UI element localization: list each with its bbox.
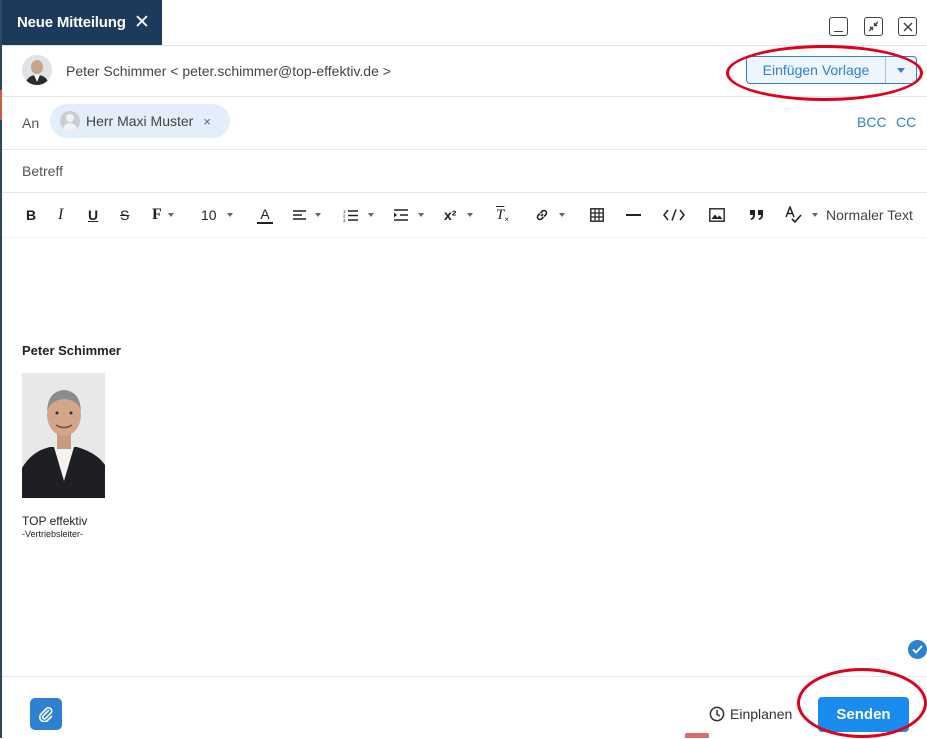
title-bar: Neue Mitteilung ✕ — [2, 0, 927, 46]
formatting-toolbar: B I U S F 10 A 1 2 3 x² T × Normaler Tex… — [2, 193, 927, 237]
recipient-chip[interactable]: Herr Maxi Muster × — [50, 104, 230, 138]
clock-icon — [709, 706, 725, 722]
superscript-icon: x² — [444, 207, 457, 223]
svg-text:3: 3 — [343, 218, 346, 222]
chevron-down-icon — [812, 213, 818, 217]
signature-company: TOP effektiv — [22, 514, 88, 528]
table-button[interactable] — [590, 205, 604, 225]
to-label: An — [22, 115, 40, 131]
paperclip-icon — [38, 707, 53, 722]
shrink-icon[interactable] — [864, 17, 883, 36]
horizontal-rule-icon — [626, 214, 641, 216]
bold-button[interactable]: B — [26, 205, 36, 225]
insert-template-button[interactable]: Einfügen Vorlage — [747, 57, 886, 83]
minimize-icon[interactable] — [829, 17, 848, 36]
horizontal-rule-button[interactable] — [626, 205, 641, 225]
cc-link[interactable]: CC — [896, 114, 916, 130]
template-dropdown-toggle[interactable] — [886, 57, 916, 83]
chevron-down-icon — [226, 213, 233, 217]
shrink-arrows-icon — [868, 21, 879, 32]
clear-format-x: × — [504, 214, 510, 224]
recipient-name: Herr Maxi Muster — [86, 113, 194, 129]
compose-footer: Einplanen Senden — [2, 676, 927, 739]
spellcheck-button[interactable] — [785, 205, 818, 225]
chevron-down-icon — [418, 213, 424, 217]
remove-recipient-icon[interactable]: × — [203, 114, 211, 129]
indent-button[interactable] — [394, 205, 424, 225]
spellcheck-icon — [785, 206, 802, 224]
chevron-down-icon — [559, 213, 565, 217]
strikethrough-button[interactable]: S — [120, 205, 129, 225]
font-size-button[interactable]: 10 — [201, 205, 233, 225]
image-icon — [709, 208, 725, 222]
quote-icon — [750, 210, 763, 220]
recipient-avatar-icon — [60, 111, 80, 131]
window-close-icon[interactable] — [898, 17, 917, 36]
chevron-down-icon — [467, 213, 474, 217]
check-circle-icon[interactable] — [908, 640, 927, 659]
font-color-swatch — [257, 221, 273, 224]
clear-format-icon: T — [496, 206, 505, 223]
numbered-list-button[interactable]: 1 2 3 — [343, 205, 374, 225]
font-size-value: 10 — [201, 207, 217, 223]
font-color-button[interactable]: A — [257, 205, 273, 225]
attach-button[interactable] — [30, 698, 62, 730]
signature-portrait-image — [22, 373, 105, 498]
underline-button[interactable]: U — [88, 205, 98, 225]
schedule-button[interactable]: Einplanen — [709, 706, 792, 722]
indent-icon — [394, 209, 408, 221]
code-button[interactable] — [663, 205, 685, 225]
chevron-down-icon — [315, 213, 321, 217]
insert-template-split-button: Einfügen Vorlage — [746, 56, 917, 84]
sender-address: Peter Schimmer < peter.schimmer@top-effe… — [66, 63, 391, 79]
italic-button[interactable]: I — [58, 205, 63, 225]
paragraph-format-select[interactable]: Normaler Text — [826, 205, 913, 225]
checkmark-icon — [912, 645, 923, 654]
clear-format-button[interactable]: T × — [496, 205, 509, 225]
image-button[interactable] — [709, 205, 725, 225]
numbered-list-icon: 1 2 3 — [343, 209, 358, 222]
quote-button[interactable] — [749, 205, 764, 225]
font-family-icon: F — [152, 206, 162, 223]
subject-row — [2, 150, 927, 193]
superscript-button[interactable]: x² — [444, 205, 474, 225]
to-row: An Herr Maxi Muster × BCC CC — [2, 97, 927, 150]
signature-photo — [22, 373, 105, 498]
chevron-down-icon — [368, 213, 374, 217]
chevron-down-icon — [167, 213, 174, 217]
subject-input[interactable] — [22, 160, 902, 182]
signature-name: Peter Schimmer — [22, 343, 121, 358]
font-family-button[interactable]: F — [152, 205, 174, 225]
from-row: Peter Schimmer < peter.schimmer@top-effe… — [2, 46, 927, 97]
bcc-link[interactable]: BCC — [857, 114, 887, 130]
table-icon — [590, 208, 604, 222]
link-button[interactable] — [534, 205, 565, 225]
sender-avatar — [22, 55, 52, 85]
signature-role: -Vertriebsleiter- — [22, 529, 84, 539]
send-button[interactable]: Senden — [818, 697, 909, 732]
font-color-icon: A — [260, 205, 270, 222]
chevron-down-icon — [897, 67, 905, 73]
schedule-label: Einplanen — [730, 706, 793, 722]
align-left-icon — [293, 210, 306, 220]
tab-close-icon[interactable]: ✕ — [134, 11, 150, 34]
message-editor[interactable]: Peter Schimmer TOP effektiv -Vertriebsle… — [2, 238, 927, 676]
link-icon — [536, 209, 548, 221]
sender-avatar-image — [22, 55, 52, 85]
code-icon — [663, 209, 685, 221]
close-x-icon — [902, 21, 913, 32]
tab-title: Neue Mitteilung — [17, 14, 126, 31]
compose-tab[interactable]: Neue Mitteilung ✕ — [2, 0, 162, 45]
background-notification-tab — [685, 733, 709, 738]
align-button[interactable] — [293, 205, 321, 225]
